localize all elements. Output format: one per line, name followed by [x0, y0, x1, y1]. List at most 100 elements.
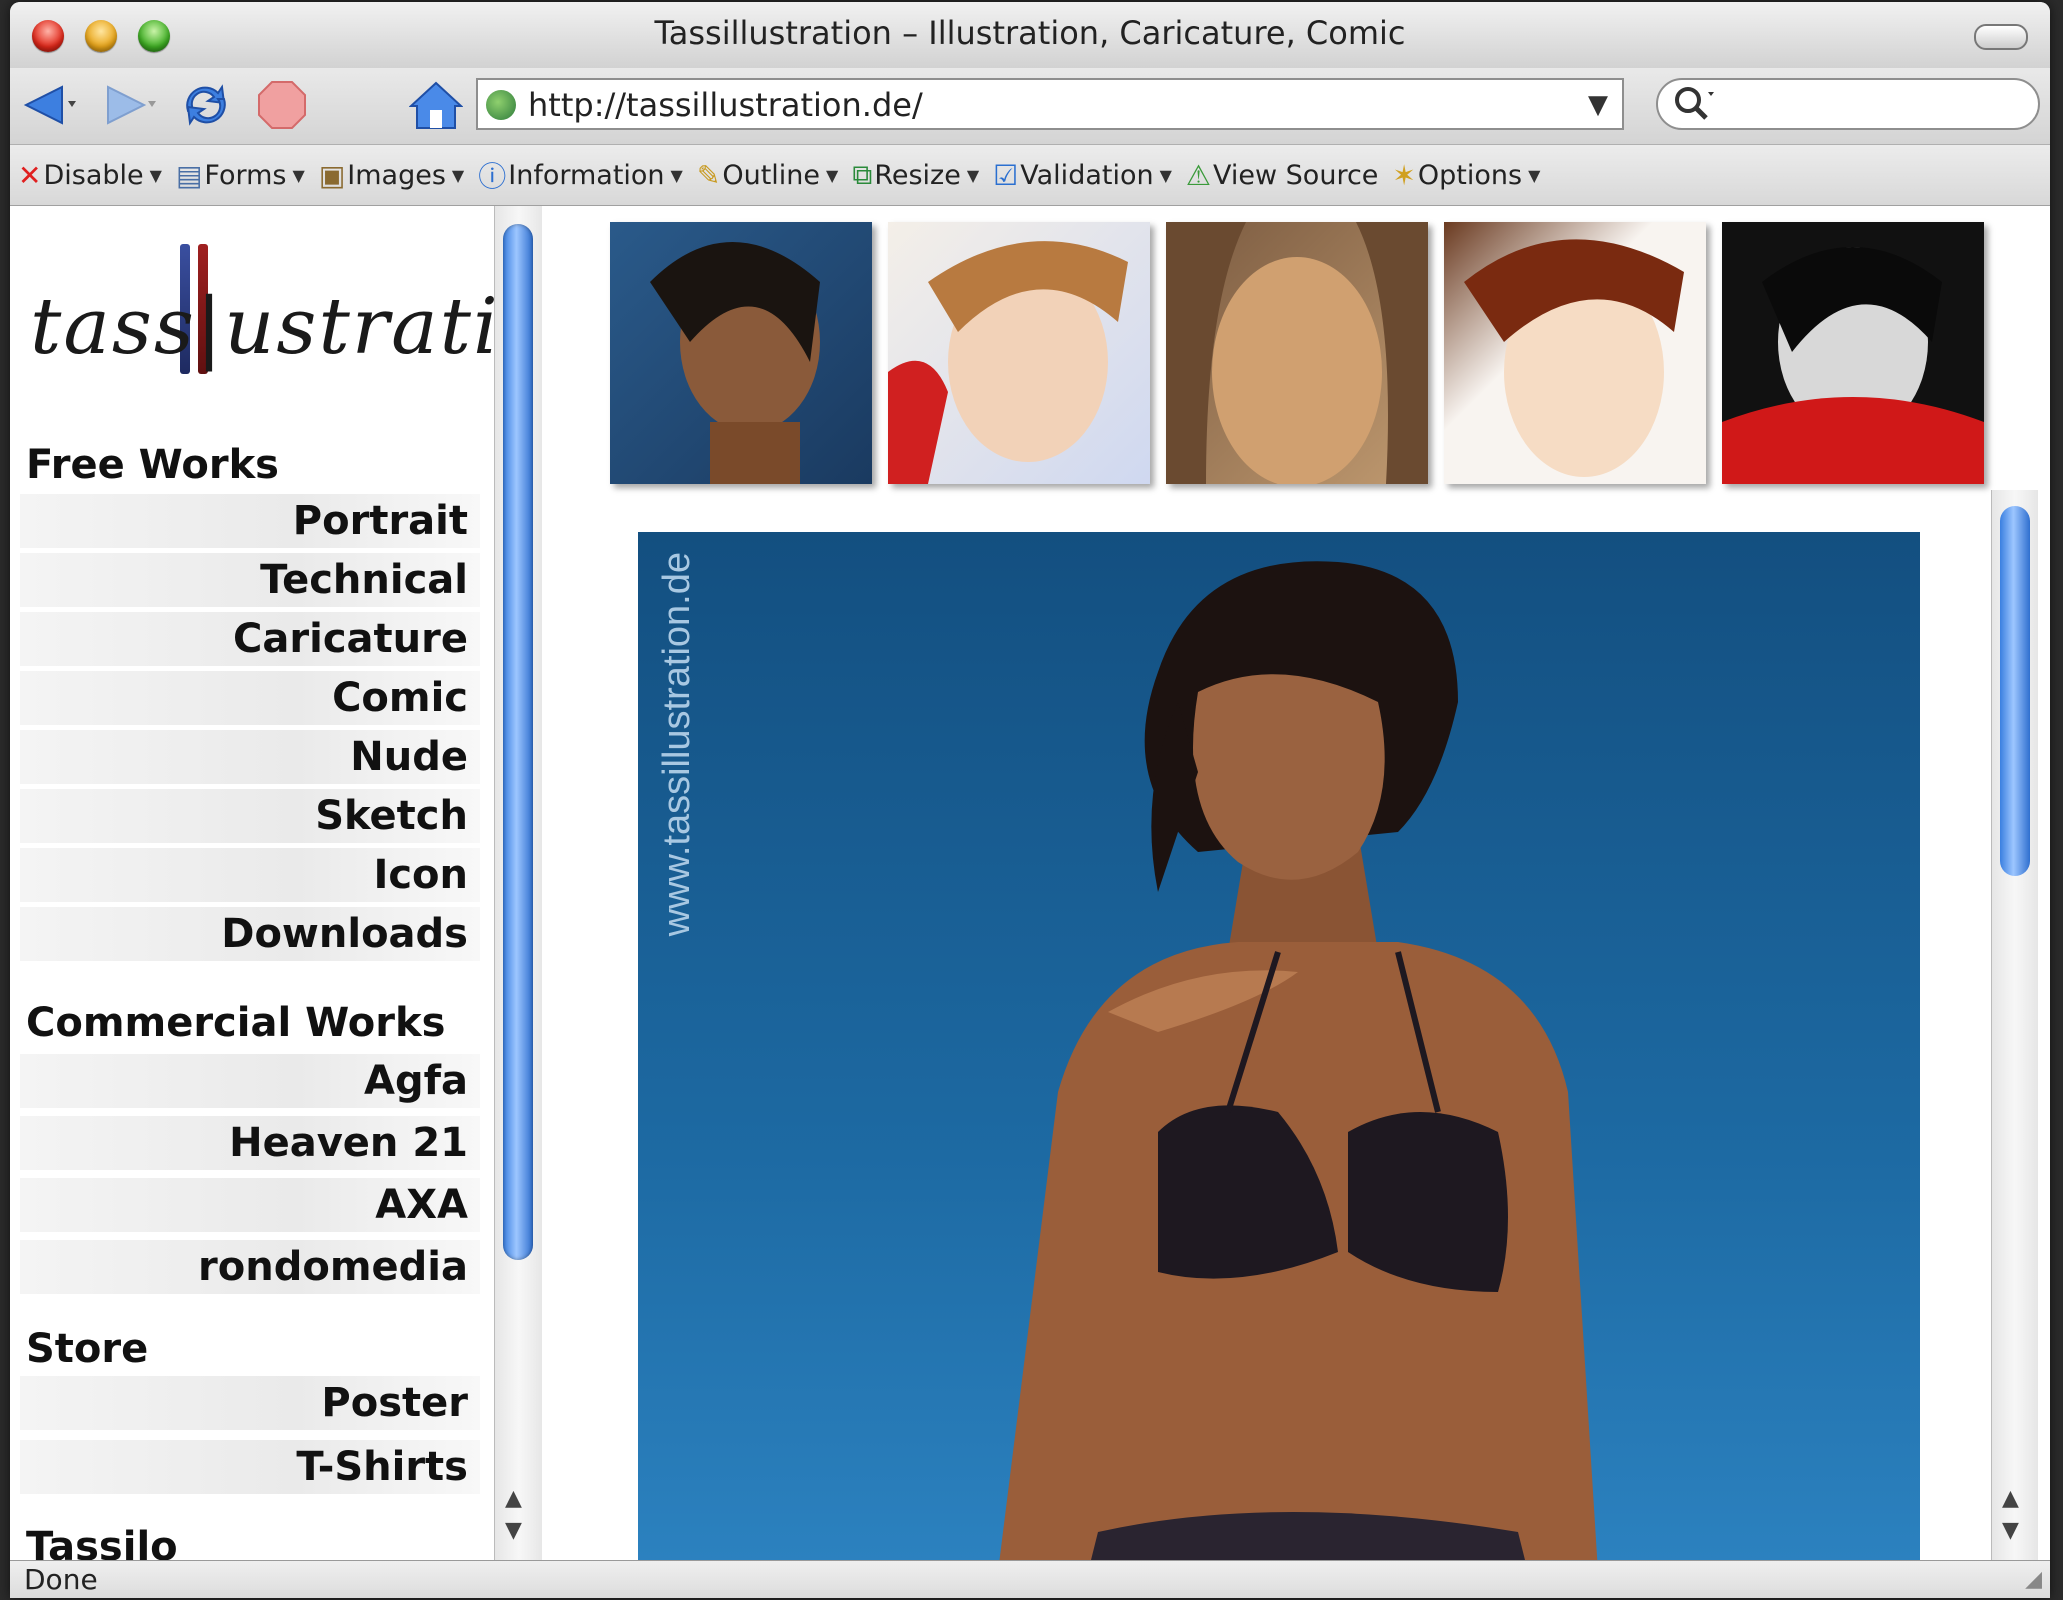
toolbar-toggle-button[interactable]: [1974, 24, 2028, 50]
sidebar-scrollbar[interactable]: ▲ ▼: [494, 206, 544, 1560]
pencil-icon: ✎: [696, 158, 721, 192]
view-source-label: View Source: [1213, 159, 1379, 191]
validation-check-icon: ☑: [993, 158, 1019, 192]
search-icon[interactable]: [1672, 84, 1716, 133]
portrait-illustration: [650, 242, 820, 484]
images-menu[interactable]: ▣ Images ▼: [319, 150, 464, 200]
browser-window: Tassillustration – Illustration, Caricat…: [10, 2, 2050, 1598]
nav-item-label: Technical: [260, 557, 468, 603]
featured-illustration[interactable]: www.tassillustration.de: [638, 532, 1920, 1560]
stop-button[interactable]: [252, 81, 312, 129]
portrait-illustration: [1166, 222, 1428, 484]
nav-item-comic[interactable]: Comic: [20, 671, 480, 725]
nav-item-label: Portrait: [292, 498, 468, 544]
url-text: http://tassillustration.de/: [528, 86, 923, 124]
chevron-down-icon: ▼: [670, 165, 683, 185]
validation-menu[interactable]: ☑ Validation ▼: [993, 150, 1172, 200]
forward-button[interactable]: [98, 82, 158, 128]
thumbnail-portrait-4[interactable]: [1444, 222, 1706, 484]
nav-item-technical[interactable]: Technical: [20, 553, 480, 607]
forms-icon: ▤: [175, 158, 203, 192]
nav-item-sketch[interactable]: Sketch: [20, 789, 480, 843]
thumbnail-portrait-3[interactable]: [1166, 222, 1428, 484]
title-bar: Tassillustration – Illustration, Caricat…: [10, 2, 2050, 69]
nav-item-label: AXA: [375, 1182, 468, 1228]
woman-illustration: [999, 561, 1598, 1560]
thumbnail-portrait-2[interactable]: [888, 222, 1150, 484]
nav-item-caricature[interactable]: Caricature: [20, 612, 480, 666]
site-sidebar: tass|ustration Free Works Portrait Techn…: [10, 206, 599, 1560]
resize-menu[interactable]: ⧉ Resize ▼: [852, 150, 979, 200]
wand-icon: ✶: [1392, 158, 1416, 192]
status-text: Done: [24, 1563, 98, 1596]
back-button[interactable]: [20, 82, 80, 128]
images-label: Images: [347, 159, 446, 191]
commercial-works-heading: Commercial Works: [26, 1000, 446, 1046]
nav-item-nude[interactable]: Nude: [20, 730, 480, 784]
url-history-dropdown-icon[interactable]: ▼: [1588, 90, 1608, 120]
resize-icon: ⧉: [852, 158, 873, 191]
search-field[interactable]: [1656, 78, 2040, 130]
reload-button[interactable]: [176, 82, 236, 128]
outline-menu[interactable]: ✎ Outline ▼: [697, 150, 838, 200]
view-source-icon: ⚠: [1185, 158, 1212, 192]
forms-label: Forms: [204, 159, 287, 191]
nav-item-label: Heaven 21: [229, 1120, 468, 1166]
nav-item-heaven-21[interactable]: Heaven 21: [20, 1116, 480, 1170]
nav-item-portrait[interactable]: Portrait: [20, 494, 480, 548]
stop-icon: [258, 81, 306, 129]
scroll-up-arrow-icon[interactable]: ▲: [2002, 1486, 2019, 1511]
nav-item-label: Nude: [350, 734, 468, 780]
nav-item-axa[interactable]: AXA: [20, 1178, 480, 1232]
portrait-illustration: [1464, 239, 1684, 477]
back-arrow-icon: [23, 85, 76, 125]
nav-item-label: Downloads: [221, 911, 468, 957]
portrait-illustration: [888, 241, 1128, 484]
free-works-heading: Free Works: [26, 442, 279, 488]
nav-item-label: rondomedia: [198, 1244, 468, 1290]
nav-item-icon[interactable]: Icon: [20, 848, 480, 902]
nav-item-agfa[interactable]: Agfa: [20, 1054, 480, 1108]
nav-item-label: Sketch: [315, 793, 468, 839]
scroll-down-arrow-icon[interactable]: ▼: [2002, 1518, 2019, 1543]
chevron-down-icon: ▼: [826, 165, 839, 185]
home-button[interactable]: [406, 81, 466, 129]
images-icon: ▣: [318, 158, 346, 192]
scroll-up-arrow-icon[interactable]: ▲: [505, 1486, 522, 1511]
nav-item-t-shirts[interactable]: T-Shirts: [20, 1440, 480, 1494]
site-globe-icon: [486, 90, 516, 120]
address-bar[interactable]: http://tassillustration.de/ ▼: [476, 78, 1624, 130]
chevron-down-icon: ▼: [966, 165, 980, 185]
main-area: www.tassillustration.de ▲ ▼: [542, 206, 2038, 1560]
main-scroll-thumb[interactable]: [2000, 506, 2030, 876]
forward-arrow-icon: [107, 85, 156, 125]
nav-item-label: Comic: [332, 675, 468, 721]
disable-x-icon: ✕: [18, 158, 42, 192]
navigation-toolbar: http://tassillustration.de/ ▼: [10, 68, 2050, 145]
thumbnail-portrait-1[interactable]: [610, 222, 872, 484]
scroll-down-arrow-icon[interactable]: ▼: [505, 1518, 522, 1543]
resize-label: Resize: [874, 159, 961, 191]
forms-menu[interactable]: ▤ Forms ▼: [176, 150, 305, 200]
chevron-down-icon: ▼: [292, 165, 305, 185]
view-source-button[interactable]: ⚠ View Source: [1186, 150, 1379, 200]
nav-item-rondomedia[interactable]: rondomedia: [20, 1240, 480, 1294]
options-menu[interactable]: ✶ Options ▼: [1392, 150, 1540, 200]
nav-item-downloads[interactable]: Downloads: [20, 907, 480, 961]
main-scrollbar[interactable]: ▲ ▼: [1991, 490, 2038, 1560]
site-logo[interactable]: tass|ustration: [20, 226, 599, 386]
nav-item-label: T-Shirts: [296, 1444, 468, 1490]
resize-grip-icon[interactable]: ◢: [2025, 1567, 2042, 1592]
thumbnail-portrait-5[interactable]: [1722, 222, 1984, 484]
window-title: Tassillustration – Illustration, Caricat…: [654, 14, 1406, 52]
web-developer-toolbar: ✕ Disable ▼ ▤ Forms ▼ ▣ Images ▼ ⓘ Informat…: [10, 145, 2050, 206]
chevron-down-icon: ▼: [451, 165, 465, 185]
nav-item-poster[interactable]: Poster: [20, 1376, 480, 1430]
nav-item-label: Agfa: [364, 1058, 468, 1104]
nav-item-label: Poster: [321, 1380, 468, 1426]
outline-label: Outline: [722, 159, 821, 191]
sidebar-scroll-thumb[interactable]: [503, 224, 533, 1260]
disable-menu[interactable]: ✕ Disable ▼: [18, 150, 162, 200]
information-menu[interactable]: ⓘ Information ▼: [478, 150, 683, 200]
chevron-down-icon: ▼: [1159, 165, 1172, 185]
